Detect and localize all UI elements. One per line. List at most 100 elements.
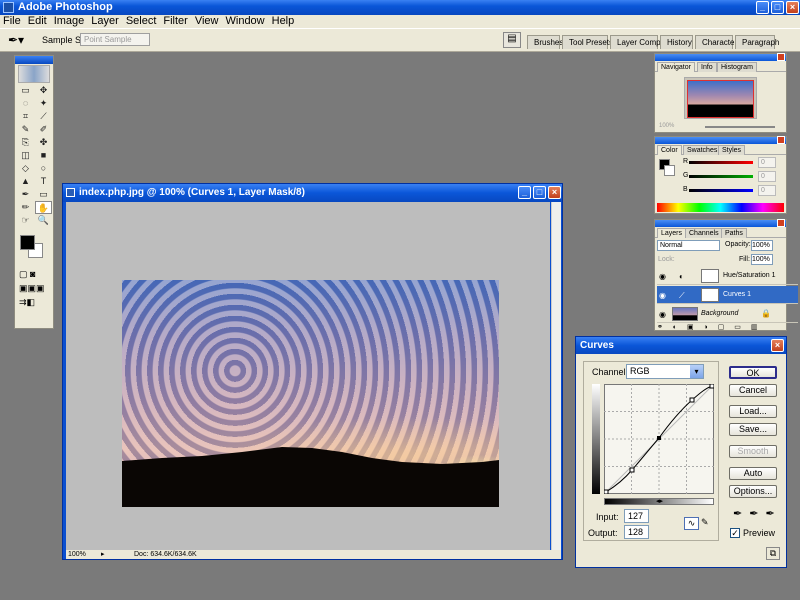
status-arrow-icon[interactable]: ▸ — [101, 550, 105, 559]
layer-mask-thumbnail[interactable] — [701, 269, 719, 283]
eraser-tool-icon[interactable]: ◫ — [17, 149, 34, 162]
color-ramp[interactable] — [657, 203, 784, 212]
navigator-close-icon[interactable] — [777, 53, 785, 61]
well-tab-history[interactable]: History — [660, 35, 693, 49]
curve-mode-icon[interactable]: ∿ — [684, 517, 699, 530]
save-button[interactable]: Save... — [729, 423, 777, 436]
well-tab-character[interactable]: Character — [695, 35, 737, 49]
screen-mode-icon[interactable]: ▣▣▣ — [19, 283, 53, 294]
slice-tool-icon[interactable]: ⟋ — [35, 110, 52, 123]
smooth-button[interactable]: Smooth — [729, 445, 777, 458]
visibility-eye-icon[interactable]: ◉ — [659, 310, 666, 319]
black-point-eyedropper-icon[interactable]: ✒ — [733, 508, 749, 520]
feather-logo-icon[interactable] — [18, 65, 50, 83]
eyedropper-tool-icon[interactable]: ✋ — [35, 201, 52, 214]
foreground-color-swatch[interactable] — [20, 235, 35, 250]
menu-help[interactable]: Help — [269, 15, 299, 27]
layers-footer-icons[interactable]: ⚭ ◐ ▣ ◑ ▢ ▭ ▥ — [657, 323, 761, 331]
healing-brush-tool-icon[interactable]: ✎ — [17, 123, 34, 136]
well-tab-brushes[interactable]: Brushes — [527, 35, 563, 49]
dodge-tool-icon[interactable]: ○ — [35, 162, 52, 175]
green-value[interactable]: 0 — [758, 171, 776, 182]
layer-row-hue-saturation[interactable]: ◉ ◐ Hue/Saturation 1 — [657, 267, 798, 285]
layer-mask-thumbnail[interactable] — [701, 288, 719, 302]
document-close-button[interactable]: × — [548, 186, 561, 199]
sample-size-select[interactable]: Point Sample — [80, 33, 150, 46]
gradient-tool-icon[interactable]: ■ — [35, 149, 52, 162]
layers-close-icon[interactable] — [777, 219, 785, 227]
maximize-button[interactable]: □ — [771, 1, 784, 14]
gradient-toggle-icon[interactable]: ◂▸ — [656, 497, 663, 505]
layer-row-curves[interactable]: ◉ ⟋ Curves 1 — [657, 286, 798, 304]
marquee-tool-icon[interactable]: ▭ — [17, 84, 34, 97]
menu-file[interactable]: File — [0, 15, 25, 27]
tab-info[interactable]: Info — [697, 62, 717, 72]
jump-to-imageready-icon[interactable]: ⇉◧ — [19, 297, 53, 308]
blend-mode-select[interactable]: Normal — [657, 240, 720, 251]
tab-styles[interactable]: Styles — [718, 145, 746, 155]
input-field[interactable]: 127 — [624, 509, 649, 523]
rectangle-tool-icon[interactable]: ▭ — [35, 188, 52, 201]
move-tool-icon[interactable]: ✥ — [35, 84, 52, 97]
menu-window[interactable]: Window — [223, 15, 269, 27]
document-minimize-button[interactable]: _ — [518, 186, 531, 199]
menu-view[interactable]: View — [192, 15, 223, 27]
zoom-level[interactable]: 100% — [68, 550, 86, 559]
minimize-button[interactable]: _ — [756, 1, 769, 14]
green-slider[interactable] — [689, 175, 753, 178]
well-tab-paragraph[interactable]: Paragraph — [735, 35, 779, 49]
color-background-swatch[interactable] — [664, 165, 675, 176]
document-canvas[interactable] — [66, 202, 550, 550]
tab-histogram[interactable]: Histogram — [717, 62, 757, 72]
red-slider[interactable] — [689, 161, 753, 164]
document-vertical-scrollbar[interactable] — [551, 202, 561, 550]
brush-tool-icon[interactable]: ✐ — [35, 123, 52, 136]
blue-slider[interactable] — [689, 189, 753, 192]
pen-tool-icon[interactable]: ✒ — [17, 188, 34, 201]
options-button[interactable]: Options... — [729, 485, 777, 498]
menu-image[interactable]: Image — [51, 15, 89, 27]
zoom-tool-icon[interactable]: 🔍 — [35, 214, 52, 227]
navigator-zoom-slider[interactable] — [705, 126, 775, 128]
tab-paths[interactable]: Paths — [721, 228, 747, 238]
blue-value[interactable]: 0 — [758, 185, 776, 196]
curves-close-button[interactable]: × — [771, 339, 784, 352]
well-tab-tool-presets[interactable]: Tool Presets — [562, 35, 613, 49]
menu-layer[interactable]: Layer — [88, 15, 123, 27]
ok-button[interactable]: OK — [729, 366, 777, 379]
cancel-button[interactable]: Cancel — [729, 384, 777, 397]
document-maximize-button[interactable]: □ — [533, 186, 546, 199]
tab-layers[interactable]: Layers — [657, 228, 687, 238]
opacity-input[interactable]: 100% — [751, 240, 773, 251]
navigator-preview[interactable] — [684, 77, 757, 119]
visibility-eye-icon[interactable]: ◉ — [659, 291, 666, 300]
chevron-down-icon[interactable]: ▾ — [690, 365, 703, 378]
preview-checkbox[interactable]: ✓ — [730, 528, 740, 538]
output-field[interactable]: 128 — [624, 525, 649, 539]
navigator-zoom[interactable]: 100% — [659, 123, 674, 129]
visibility-eye-icon[interactable]: ◉ — [659, 272, 666, 281]
path-selection-tool-icon[interactable]: ▲ — [17, 175, 34, 188]
tab-navigator[interactable]: Navigator — [657, 62, 695, 72]
type-tool-icon[interactable]: T — [35, 175, 52, 188]
navigator-thumbnail[interactable] — [687, 80, 754, 118]
hand-tool-icon[interactable]: ☞ — [17, 214, 34, 227]
menu-edit[interactable]: Edit — [25, 15, 51, 27]
red-value[interactable]: 0 — [758, 157, 776, 168]
menu-select[interactable]: Select — [123, 15, 161, 27]
magic-wand-tool-icon[interactable]: ✦ — [35, 97, 52, 110]
sunset-clouds-photo[interactable] — [122, 280, 499, 507]
background-thumbnail[interactable] — [672, 307, 698, 321]
dialog-resize-icon[interactable]: ⧉ — [766, 547, 780, 560]
well-tab-layer-comps[interactable]: Layer Comps — [610, 35, 665, 49]
auto-button[interactable]: Auto — [729, 467, 777, 480]
close-button[interactable]: × — [786, 1, 799, 14]
crop-tool-icon[interactable]: ⌗ — [17, 110, 34, 123]
clone-stamp-tool-icon[interactable]: ⎘ — [17, 136, 34, 149]
curve-graph[interactable] — [604, 384, 714, 494]
tab-color[interactable]: Color — [657, 145, 682, 155]
layer-row-background[interactable]: ◉ Background 🔒 — [657, 305, 798, 323]
fill-input[interactable]: 100% — [751, 254, 773, 265]
history-brush-tool-icon[interactable]: ✤ — [35, 136, 52, 149]
menu-filter[interactable]: Filter — [160, 15, 191, 27]
